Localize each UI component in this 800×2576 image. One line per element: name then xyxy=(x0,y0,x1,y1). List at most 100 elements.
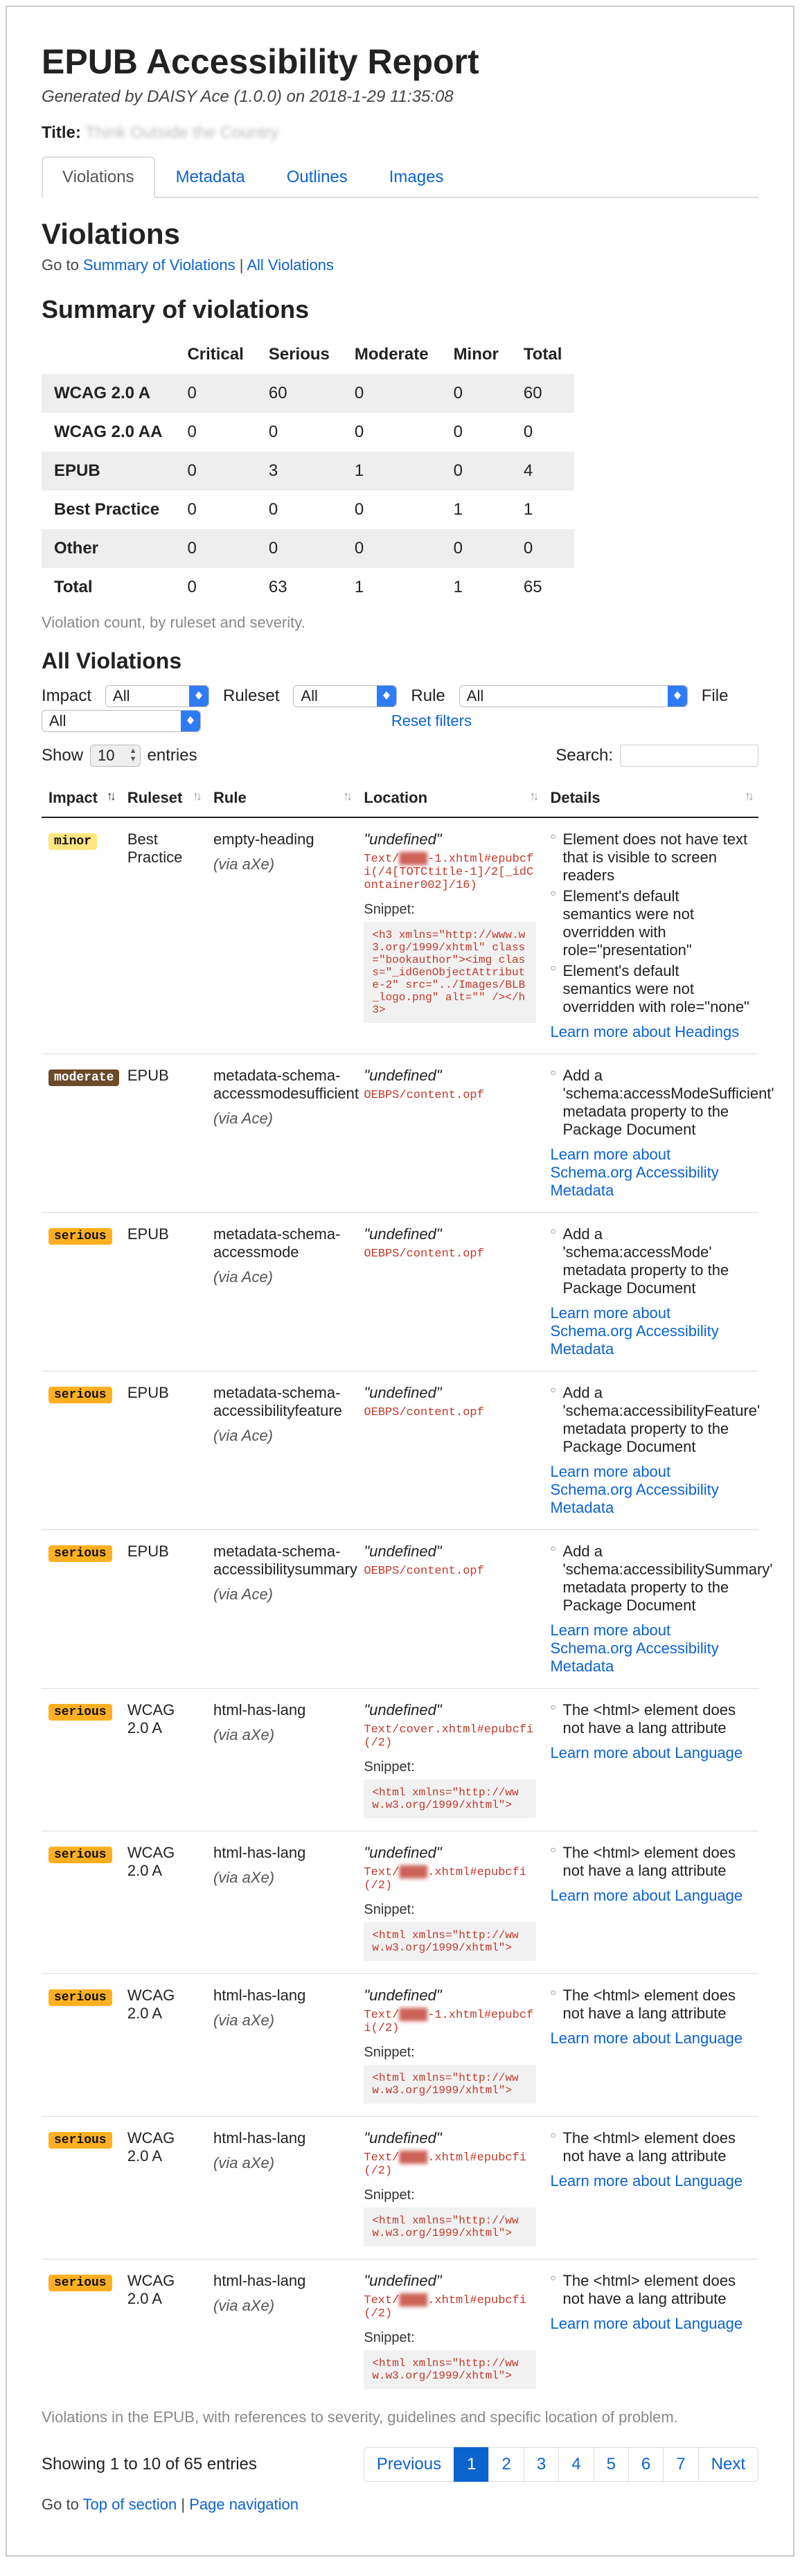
goto-links: Go to Summary of Violations | All Violat… xyxy=(42,256,758,274)
th-location[interactable]: Location↑↓ xyxy=(357,779,543,817)
th-rule[interactable]: Rule↑↓ xyxy=(206,779,357,817)
location-cell: "undefined"Text/████-1.xhtml#epubcfi(/4[… xyxy=(357,817,543,1054)
learn-more-link[interactable]: Learn more about Language xyxy=(550,1887,743,1904)
rule-cell: metadata-schema-accessmodesufficient(via… xyxy=(206,1054,357,1213)
table-row: moderateEPUBmetadata-schema-accessmodesu… xyxy=(42,1054,758,1213)
pager-page[interactable]: 2 xyxy=(488,2447,524,2482)
th-ruleset[interactable]: Ruleset↑↓ xyxy=(121,779,206,817)
summary-caption: Violation count, by ruleset and severity… xyxy=(42,614,758,632)
sort-asc-icon: ↑↓ xyxy=(107,789,114,803)
link-top-of-section[interactable]: Top of section xyxy=(83,2496,177,2513)
summary-row: WCAG 2.0 A0600060 xyxy=(42,374,574,413)
summary-cell: 0 xyxy=(342,413,441,452)
entries-select[interactable]: 10 ▲▼ xyxy=(90,745,140,767)
pager-page[interactable]: 5 xyxy=(594,2447,629,2482)
summary-row: Other00000 xyxy=(42,529,574,568)
rule-cell: metadata-schema-accessmode(via Ace) xyxy=(206,1213,357,1371)
search-input[interactable] xyxy=(620,745,758,767)
summary-cell: 0 xyxy=(256,413,342,452)
summary-cell: 1 xyxy=(441,490,511,529)
summary-cell: 0 xyxy=(511,529,575,568)
search-label: Search: xyxy=(555,746,613,765)
rule-cell: html-has-lang(via aXe) xyxy=(206,1974,357,2117)
pager-page[interactable]: 1 xyxy=(454,2447,489,2482)
violations-table: Impact↑↓ Ruleset↑↓ Rule↑↓ Location↑↓ Det… xyxy=(42,779,758,2401)
summary-row: WCAG 2.0 AA00000 xyxy=(42,413,574,452)
all-violations-heading: All Violations xyxy=(42,648,758,674)
pager-page[interactable]: 4 xyxy=(558,2447,594,2482)
details-cell: The <html> element does not have a lang … xyxy=(543,2117,758,2259)
summary-cell: 0 xyxy=(441,374,511,413)
summary-row-label: WCAG 2.0 A xyxy=(42,374,175,413)
summary-row-label: EPUB xyxy=(42,452,175,490)
learn-more-link[interactable]: Learn more about Schema.org Accessibilit… xyxy=(550,1146,718,1199)
learn-more-link[interactable]: Learn more about Language xyxy=(550,2172,743,2189)
details-cell: Add a 'schema:accessibilityFeature' meta… xyxy=(543,1371,758,1530)
summary-cell: 0 xyxy=(256,529,342,568)
table-caption: Violations in the EPUB, with references … xyxy=(42,2408,758,2426)
location-cell: "undefined"Text/████.xhtml#epubcfi(/2)Sn… xyxy=(357,2259,543,2402)
ruleset-cell: WCAG 2.0 A xyxy=(121,1974,206,2117)
sort-icon: ↑↓ xyxy=(193,789,199,803)
rule-select[interactable]: All xyxy=(459,685,688,707)
page-title: EPUB Accessibility Report xyxy=(42,42,758,82)
rule-cell: metadata-schema-accessibilitysummary(via… xyxy=(206,1530,357,1689)
location-cell: "undefined"OEBPS/content.opf xyxy=(357,1530,543,1689)
learn-more-link[interactable]: Learn more about Schema.org Accessibilit… xyxy=(550,1463,718,1516)
rule-cell: html-has-lang(via aXe) xyxy=(206,2117,357,2259)
table-row: seriousEPUBmetadata-schema-accessibility… xyxy=(42,1371,758,1530)
reset-filters-link[interactable]: Reset filters xyxy=(391,712,472,730)
learn-more-link[interactable]: Learn more about Language xyxy=(550,2029,743,2047)
link-page-navigation[interactable]: Page navigation xyxy=(189,2496,299,2513)
col-minor: Minor xyxy=(441,335,511,374)
file-select[interactable]: All xyxy=(42,710,201,732)
learn-more-link[interactable]: Learn more about Schema.org Accessibilit… xyxy=(550,1622,718,1675)
details-cell: Element does not have text that is visib… xyxy=(543,817,758,1054)
table-row: seriousWCAG 2.0 Ahtml-has-lang(via aXe)"… xyxy=(42,1831,758,1974)
detail-item: Add a 'schema:accessibilitySummary' meta… xyxy=(550,1543,752,1615)
summary-row: Total0631165 xyxy=(42,568,574,607)
learn-more-link[interactable]: Learn more about Language xyxy=(550,1744,743,1761)
pager-page[interactable]: 3 xyxy=(524,2447,559,2482)
chevron-icon xyxy=(668,686,687,707)
ruleset-cell: EPUB xyxy=(121,1371,206,1530)
summary-row-label: Best Practice xyxy=(42,490,175,529)
summary-cell: 0 xyxy=(441,529,511,568)
th-impact[interactable]: Impact↑↓ xyxy=(42,779,121,817)
pager-next[interactable]: Next xyxy=(698,2447,758,2482)
impact-select[interactable]: All xyxy=(105,685,209,707)
summary-cell: 0 xyxy=(256,490,342,529)
summary-cell: 3 xyxy=(256,452,342,490)
ruleset-select[interactable]: All xyxy=(293,685,397,707)
th-details[interactable]: Details↑↓ xyxy=(543,779,758,817)
tab-outlines[interactable]: Outlines xyxy=(266,157,368,198)
detail-item: Element's default semantics were not ove… xyxy=(550,962,752,1016)
ruleset-cell: EPUB xyxy=(121,1054,206,1213)
impact-badge: minor xyxy=(48,833,97,850)
summary-row-label: Other xyxy=(42,529,175,568)
pager-page[interactable]: 6 xyxy=(628,2447,664,2482)
pager-previous[interactable]: Previous xyxy=(364,2447,454,2482)
link-all-violations[interactable]: All Violations xyxy=(247,256,334,274)
location-cell: "undefined"Text/████.xhtml#epubcfi(/2)Sn… xyxy=(357,1831,543,1974)
summary-cell: 0 xyxy=(175,568,256,607)
learn-more-link[interactable]: Learn more about Schema.org Accessibilit… xyxy=(550,1304,718,1358)
summary-heading: Summary of violations xyxy=(42,295,758,324)
table-row: seriousEPUBmetadata-schema-accessmode(vi… xyxy=(42,1213,758,1371)
summary-cell: 1 xyxy=(342,452,441,490)
sort-icon: ↑↓ xyxy=(529,789,536,803)
summary-cell: 1 xyxy=(441,568,511,607)
pager-page[interactable]: 7 xyxy=(663,2447,698,2482)
summary-cell: 63 xyxy=(256,568,342,607)
col-serious: Serious xyxy=(256,335,342,374)
learn-more-link[interactable]: Learn more about Language xyxy=(550,2315,743,2332)
detail-item: Add a 'schema:accessMode' metadata prope… xyxy=(550,1225,752,1297)
link-summary[interactable]: Summary of Violations xyxy=(83,256,235,274)
details-cell: The <html> element does not have a lang … xyxy=(543,1689,758,1831)
summary-row-label: WCAG 2.0 AA xyxy=(42,413,175,452)
chevron-icon xyxy=(189,686,208,707)
tab-metadata[interactable]: Metadata xyxy=(155,157,266,198)
tab-images[interactable]: Images xyxy=(368,157,465,198)
tab-violations[interactable]: Violations xyxy=(42,157,155,198)
learn-more-link[interactable]: Learn more about Headings xyxy=(550,1023,739,1040)
